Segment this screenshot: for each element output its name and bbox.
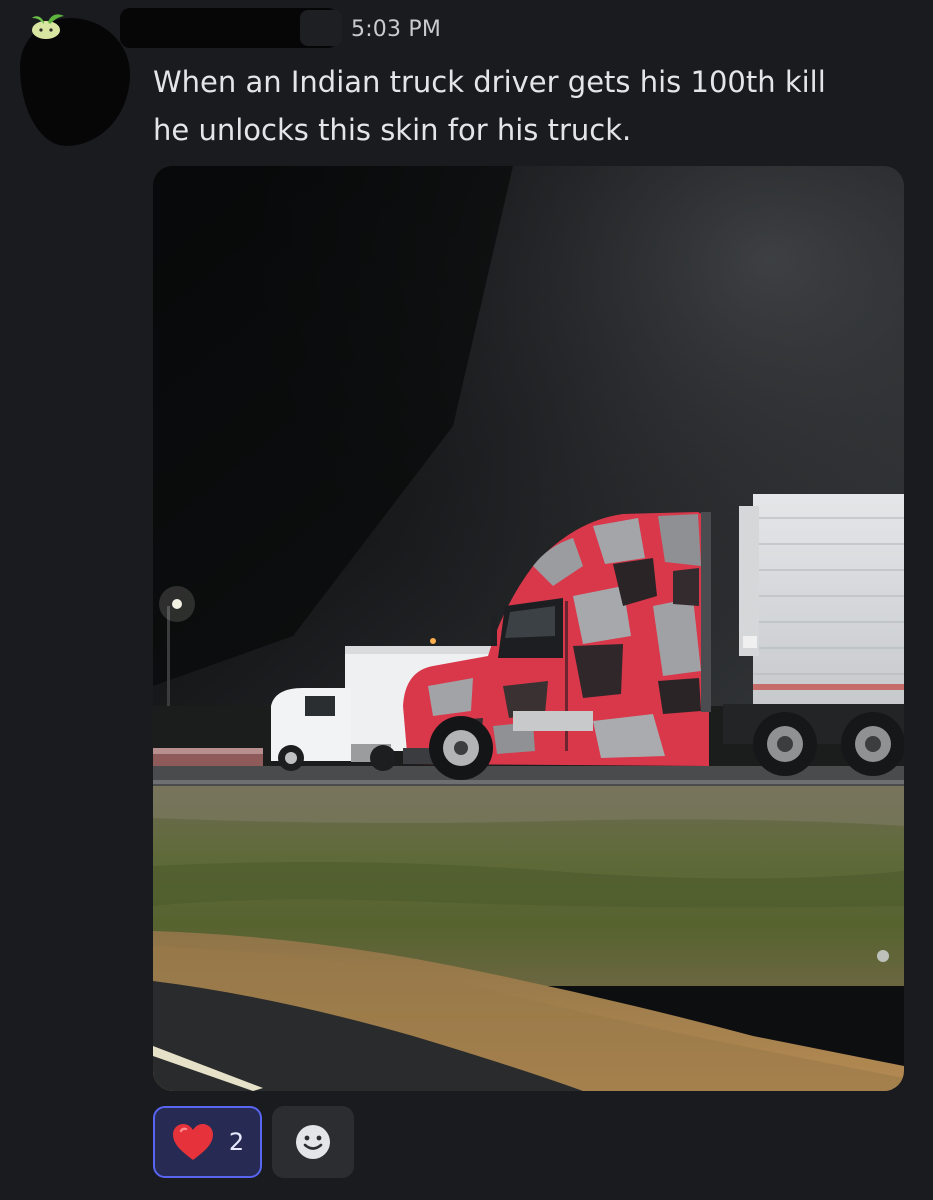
- truck-photo: [153, 166, 904, 1091]
- heart-icon: [172, 1124, 213, 1160]
- image-attachment[interactable]: [153, 166, 904, 1091]
- message-content: When an Indian truck driver gets his 100…: [153, 58, 913, 154]
- avatar-sprout-icon: [32, 14, 64, 39]
- reactions-bar: 2: [153, 1106, 354, 1178]
- reaction-count: 2: [228, 1128, 245, 1156]
- message-line: When an Indian truck driver gets his 100…: [153, 65, 826, 99]
- add-reaction-button[interactable]: [272, 1106, 354, 1178]
- reefer-trailer: [723, 494, 904, 776]
- smiley-icon: [296, 1125, 330, 1159]
- username-redaction-edge: [300, 10, 342, 46]
- message-line: he unlocks this skin for his truck.: [153, 113, 632, 147]
- message-timestamp[interactable]: 5:03 PM: [351, 17, 441, 42]
- avatar-redacted[interactable]: [6, 0, 136, 150]
- reaction-heart[interactable]: 2: [153, 1106, 262, 1178]
